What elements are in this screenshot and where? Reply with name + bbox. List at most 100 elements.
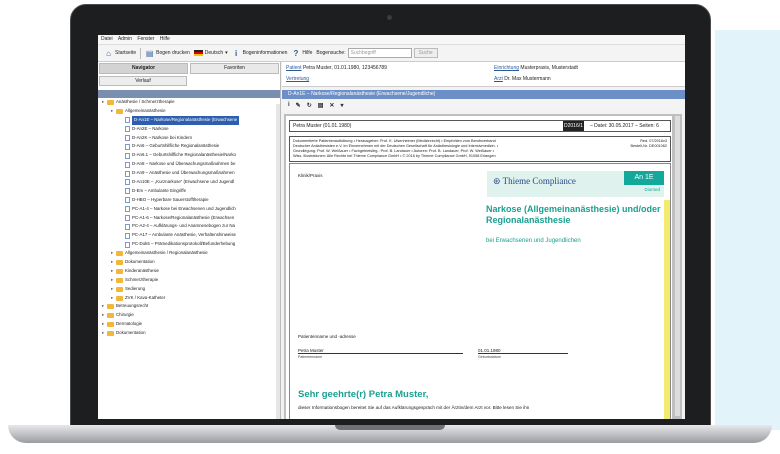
- tree-folder[interactable]: ▸ ZVK / Kava-Katheter: [98, 294, 280, 303]
- close-icon[interactable]: ✕: [329, 102, 334, 109]
- patient-value: Petra Muster, 01.01.1980, 123456789: [302, 65, 387, 71]
- tree-folder[interactable]: ▸ Allgemeinanästhesie / Regionalanästhesi…: [98, 249, 280, 258]
- tree-document[interactable]: D-An2E – Narkose: [98, 125, 280, 134]
- tree-item-label: Allgemeinanästhesie: [125, 107, 166, 113]
- category-tree: ▸ Anästhesie / Schmerztherapie ▸ Allgemeina…: [98, 98, 280, 338]
- tree-document[interactable]: PC-A17 – Ambulante Anästhesie, Verhalten…: [98, 231, 280, 240]
- tree-folder[interactable]: ▸ Allgemeinanästhesie: [98, 107, 280, 116]
- tree-folder[interactable]: ▸ Chirurgie: [98, 311, 280, 320]
- menu-fenster[interactable]: Fenster: [137, 36, 154, 42]
- tree-folder[interactable]: ▸ Dokumentation: [98, 258, 280, 267]
- patient-header: Patient Petra Muster, 01.01.1980, 123456…: [282, 62, 685, 87]
- form-subtitle: bei Erwachsenen und Jugendlichen: [486, 238, 581, 244]
- tree-document[interactable]: D-An6 – Geburtshilfliche Regionalanästhe…: [98, 142, 280, 151]
- tree-folder[interactable]: ▸ Schmerztherapie: [98, 276, 280, 285]
- birthdate-caption: Geburtsdatum: [478, 355, 501, 359]
- patient-link[interactable]: Patient: [286, 65, 302, 71]
- patient-line-name: Petra Muster (01.01.1980): [293, 123, 352, 129]
- tree-item-label: D-An1E – Narkose/Regionalanästhesie (Erw…: [132, 115, 240, 125]
- folder-icon: [107, 304, 114, 310]
- menu-admin[interactable]: Admin: [118, 36, 132, 42]
- thieme-emblem-icon: ⊛: [493, 176, 501, 186]
- print-icon: ▤: [145, 48, 154, 58]
- document-icon: [125, 152, 130, 159]
- language-select[interactable]: Deutsch ▾: [193, 50, 228, 56]
- tree-item-label: Dokumentation: [125, 259, 155, 265]
- tree-item-label: Dokumentation: [116, 330, 146, 336]
- document-code: D2016/1: [563, 121, 584, 131]
- folder-icon: [116, 286, 123, 292]
- publisher-box: Dokumentierte Patientenaufklärung • Hera…: [289, 136, 671, 162]
- tab-favoriten[interactable]: Favoriten: [190, 63, 279, 74]
- document-meta: – Datei: 30.05.2017 – Seiten: 6: [590, 123, 659, 129]
- search-area: Bogensuche: Suchbegriff Suche: [316, 48, 438, 58]
- tree-item-label: Dermatologie: [116, 321, 143, 327]
- toolbar: ⌂ Startseite ▤ Bogen drucken Deutsch ▾ i…: [98, 45, 685, 62]
- tree-document[interactable]: PC-A1-4 – Narkose bei Erwachsenen und Ju…: [98, 205, 280, 214]
- home-button[interactable]: ⌂ Startseite: [104, 49, 136, 58]
- refresh-icon[interactable]: ↻: [307, 102, 312, 109]
- tree-document[interactable]: PC-Dok5 – Prämedikationsprotokoll/Befund…: [98, 240, 280, 249]
- folder-icon: [107, 331, 114, 337]
- form-code: An 1E: [624, 171, 664, 185]
- print-button[interactable]: ▤ Bogen drucken: [145, 49, 190, 58]
- info-doc-icon[interactable]: i: [288, 102, 290, 108]
- navigator-panel: Navigator Favoriten Verlauf ▸ Anästhesie …: [98, 62, 281, 419]
- tree-folder[interactable]: ▸ Anästhesie / Schmerztherapie: [98, 98, 280, 107]
- info-button[interactable]: i Bogeninformationen: [232, 49, 287, 58]
- more-icon[interactable]: ▾: [340, 102, 343, 109]
- help-icon: ?: [293, 48, 299, 58]
- tree-item-label: PC-A1-6 – Narkose/Regionalanästhesie (Er…: [132, 214, 235, 220]
- tree-document[interactable]: D-An6.1 – Geburtshilfliche Regionalanäst…: [98, 151, 280, 160]
- edit-icon[interactable]: ✎: [296, 102, 301, 109]
- document-icon: [125, 241, 130, 248]
- folder-icon: [116, 108, 123, 114]
- arzt-link[interactable]: Arzt: [494, 76, 503, 82]
- tree-item-label: PC-A1-4 – Narkose bei Erwachsenen und Ju…: [132, 205, 236, 211]
- form-title-line2: Regionalanästhesie: [486, 215, 571, 225]
- tree-document[interactable]: PC-A2-4 – Aufklärungs- und Anamnesebogen…: [98, 222, 280, 231]
- tree-document[interactable]: D-An10E – „Kurznarkose“ (Erwachsene und …: [98, 178, 280, 187]
- tree-scrollbar[interactable]: [276, 104, 280, 419]
- document-scrollbar[interactable]: [675, 116, 680, 416]
- folder-icon: [116, 268, 123, 274]
- tree-folder[interactable]: ▸ Kinderanästhesie: [98, 267, 280, 276]
- tree-document[interactable]: D-HBO – Hyperbare Sauerstofftherapie: [98, 196, 280, 205]
- menu-hilfe[interactable]: Hilfe: [160, 36, 170, 42]
- vertretung-link[interactable]: Vertretung: [286, 76, 309, 82]
- tab-verlauf[interactable]: Verlauf: [99, 76, 187, 86]
- tree-folder[interactable]: ▸ Dokumentation: [98, 329, 280, 338]
- print-doc-icon[interactable]: ▤: [318, 102, 324, 109]
- tree-document[interactable]: D-An9 – Anästhesie und Überwachungsmaßna…: [98, 169, 280, 178]
- tree-document[interactable]: PC-A1-6 – Narkose/Regionalanästhesie (Er…: [98, 214, 280, 223]
- tree-folder[interactable]: ▸ Betreuungsrecht: [98, 302, 280, 311]
- tree-folder[interactable]: ▸ Sedierung: [98, 285, 280, 294]
- tree-document[interactable]: D-Em – Ambulante Eingriffe: [98, 187, 280, 196]
- document-icon: [125, 232, 130, 239]
- tree-item-label: D-Em – Ambulante Eingriffe: [132, 187, 187, 193]
- search-input[interactable]: Suchbegriff: [347, 48, 412, 58]
- folder-icon: [107, 313, 114, 319]
- tree-document[interactable]: D-An2K – Narkose bei Kindern: [98, 134, 280, 143]
- tree-document[interactable]: D-An8 – Narkose und Überwachungsmaßnahme…: [98, 160, 280, 169]
- einrichtung-link[interactable]: Einrichtung: [494, 65, 519, 71]
- thieme-logo: ⊛ Thieme Compliance: [493, 176, 576, 187]
- form-title: Narkose (Allgemeinanästhesie) und/oder R…: [486, 204, 661, 226]
- folder-icon: [107, 99, 114, 105]
- search-button[interactable]: Suche: [413, 48, 438, 58]
- menu-datei[interactable]: Datei: [101, 36, 113, 42]
- tree-item-label: D-An10E – „Kurznarkose“ (Erwachsene und …: [132, 179, 235, 185]
- chevron-down-icon: ▾: [225, 50, 228, 56]
- tree-document[interactable]: D-An1E – Narkose/Regionalanästhesie (Erw…: [98, 115, 280, 125]
- app-window: Datei Admin Fenster Hilfe ⌂ Startseite ▤…: [98, 35, 685, 419]
- tab-navigator[interactable]: Navigator: [99, 63, 188, 74]
- help-button[interactable]: ? Hilfe: [291, 49, 312, 58]
- toolbar-separator: [140, 47, 142, 59]
- print-label: Bogen drucken: [156, 50, 190, 56]
- tree-item-label: Sedierung: [125, 285, 146, 291]
- tree-folder[interactable]: ▸ Dermatologie: [98, 320, 280, 329]
- tree-item-label: D-HBO – Hyperbare Sauerstofftherapie: [132, 196, 209, 202]
- diomed-label: Diomed: [644, 187, 660, 192]
- navigator-tabs: Navigator Favoriten: [98, 62, 280, 75]
- folder-icon: [116, 259, 123, 265]
